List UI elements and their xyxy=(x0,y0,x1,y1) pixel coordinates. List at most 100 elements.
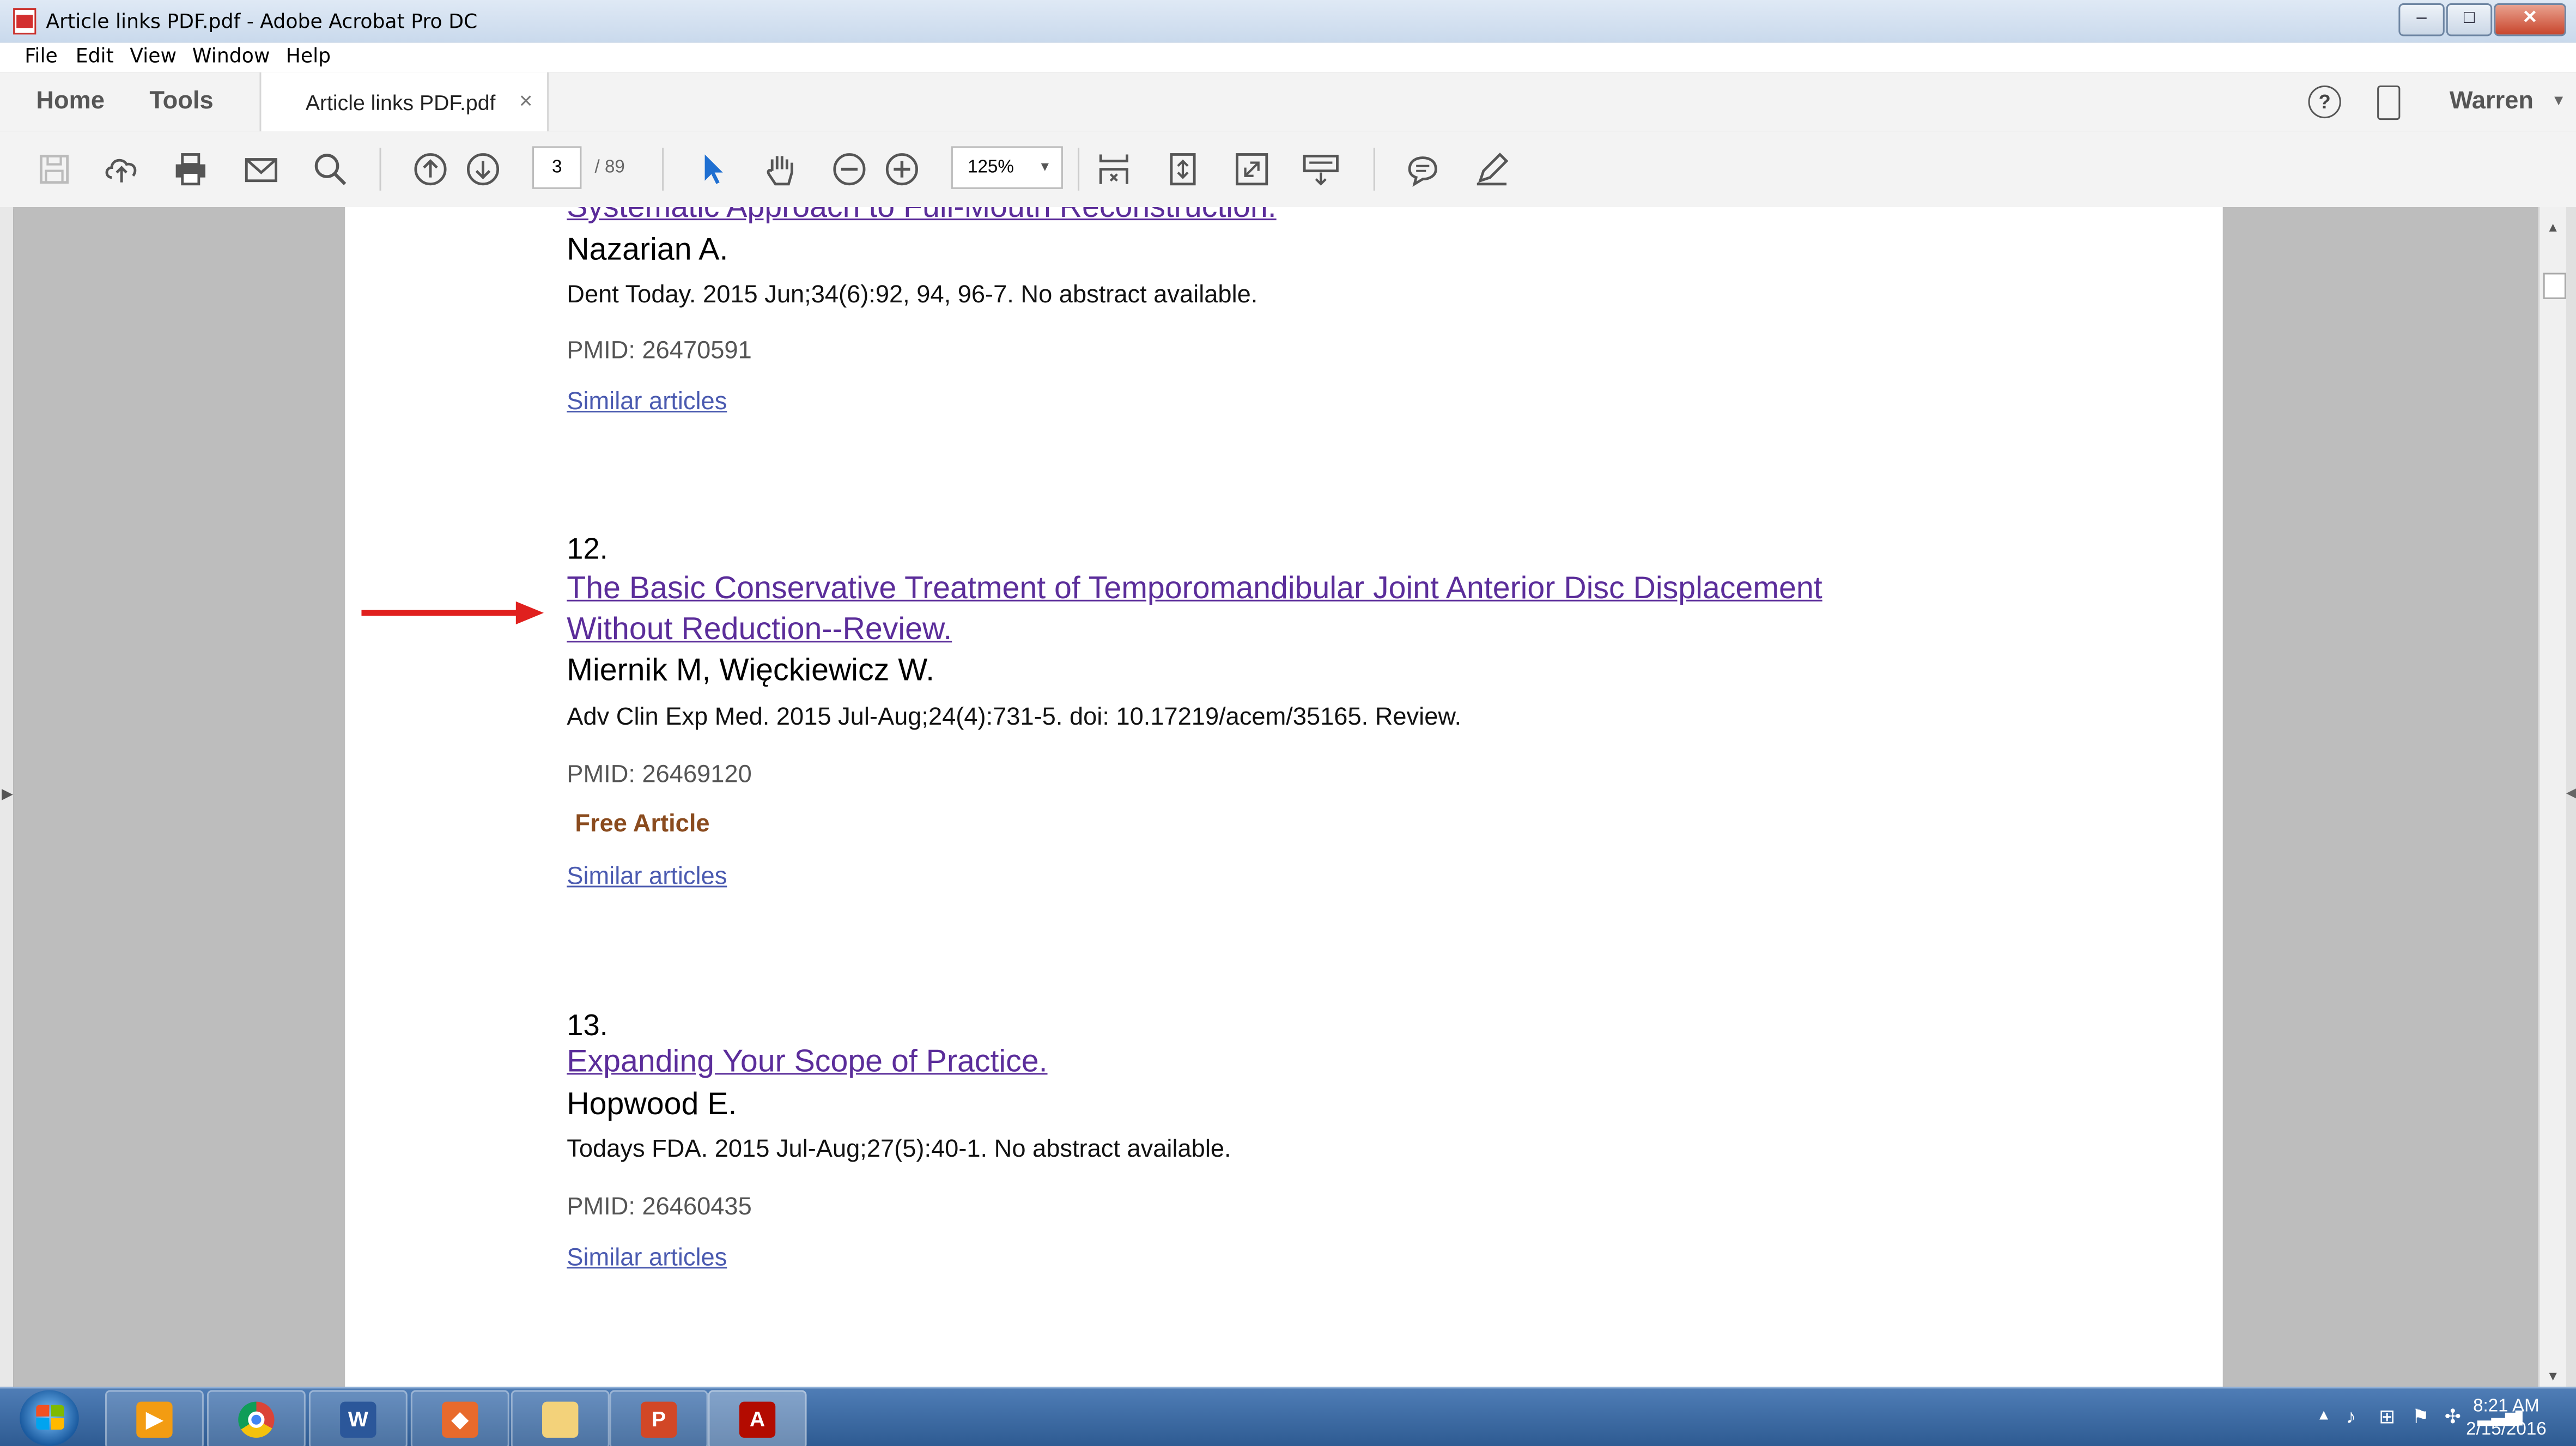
article-title-link[interactable]: The Basic Conservative Treatment of Temp… xyxy=(567,572,1822,608)
article-pmid: PMID: 26460435 xyxy=(567,1193,752,1221)
article-title-link[interactable]: Without Reduction--Review. xyxy=(567,613,952,649)
volume-icon[interactable]: ♪ xyxy=(2346,1405,2356,1428)
email-icon[interactable] xyxy=(241,149,281,189)
tab-tools[interactable]: Tools xyxy=(149,87,213,115)
hand-tool-icon[interactable] xyxy=(761,149,800,189)
toolbar-divider xyxy=(662,148,664,191)
toolbar-divider xyxy=(379,148,381,191)
chrome-icon xyxy=(238,1401,275,1438)
taskbar-powerpoint[interactable]: P xyxy=(609,1390,708,1446)
show-hidden-icons-icon[interactable]: ▲ xyxy=(2317,1407,2331,1423)
folder-icon xyxy=(542,1401,579,1438)
acrobat-icon: A xyxy=(739,1401,776,1438)
free-article-label[interactable]: Free Article xyxy=(575,810,709,838)
windows-flag-icon[interactable]: ⊞ xyxy=(2379,1405,2395,1428)
tab-document-label: Article links PDF.pdf xyxy=(305,90,496,116)
left-panel-toggle[interactable]: ▶ xyxy=(0,207,14,1387)
scroll-down-icon[interactable]: ▼ xyxy=(2547,1369,2560,1383)
tab-home[interactable]: Home xyxy=(36,87,105,115)
vertical-scrollbar[interactable]: ▲ ▼ xyxy=(2538,207,2568,1387)
main-toolbar: 3 / 89 125% ▼ xyxy=(0,131,2576,209)
taskbar-ppt-viewer[interactable]: ◆ xyxy=(410,1390,509,1446)
title-bar: Article links PDF.pdf - Adobe Acrobat Pr… xyxy=(0,0,2576,45)
action-center-flag-icon[interactable]: ⚑ xyxy=(2411,1405,2429,1428)
menu-file[interactable]: File xyxy=(25,44,58,67)
minimize-button[interactable]: – xyxy=(2398,3,2445,37)
article-citation: Todays FDA. 2015 Jul-Aug;27(5):40-1. No … xyxy=(567,1135,1231,1164)
clock-date: 2/15/2016 xyxy=(2466,1419,2547,1439)
presentation-viewer-icon: ◆ xyxy=(442,1401,478,1438)
toolbar-divider xyxy=(1373,148,1375,191)
article-pmid: PMID: 26469120 xyxy=(567,761,752,789)
keyboard-tools-icon[interactable] xyxy=(1301,149,1340,189)
document-viewport[interactable]: Systematic Approach to Full-Mouth Recons… xyxy=(13,207,2538,1387)
zoom-level-select[interactable]: 125% ▼ xyxy=(951,146,1063,189)
search-icon[interactable] xyxy=(311,149,350,189)
highlight-pen-icon[interactable] xyxy=(1472,149,1511,189)
print-icon[interactable] xyxy=(171,149,210,189)
taskbar-word[interactable]: W xyxy=(308,1390,408,1446)
taskbar-acrobat[interactable]: A xyxy=(708,1390,807,1446)
acrobat-window: Article links PDF.pdf - Adobe Acrobat Pr… xyxy=(0,0,2576,1446)
close-button[interactable]: ✕ xyxy=(2494,3,2566,37)
toolbar-divider xyxy=(1078,148,1080,191)
zoom-in-icon[interactable] xyxy=(882,149,921,189)
taskbar-media-player[interactable]: ▶ xyxy=(105,1390,204,1446)
taskbar-file-explorer[interactable] xyxy=(511,1390,610,1446)
article-authors: Hopwood E. xyxy=(567,1087,737,1122)
cloud-upload-icon[interactable] xyxy=(102,149,141,189)
window-title: Article links PDF.pdf - Adobe Acrobat Pr… xyxy=(46,10,478,33)
word-icon: W xyxy=(340,1401,376,1438)
taskbar-chrome[interactable] xyxy=(206,1390,306,1446)
article-number: 13. xyxy=(567,1008,608,1042)
article-pmid: PMID: 26470591 xyxy=(567,337,752,365)
similar-articles-link[interactable]: Similar articles xyxy=(567,862,727,890)
start-button[interactable] xyxy=(20,1390,79,1446)
scroll-up-icon[interactable]: ▲ xyxy=(2547,220,2560,235)
right-panel-toggle[interactable]: ◀ xyxy=(2566,207,2576,1387)
pdf-page: Systematic Approach to Full-Mouth Recons… xyxy=(345,207,2223,1387)
article-title-link[interactable]: Expanding Your Scope of Practice. xyxy=(567,1045,1047,1081)
comment-icon[interactable] xyxy=(1403,149,1442,189)
article-title-link[interactable]: Systematic Approach to Full-Mouth Recons… xyxy=(567,207,1276,227)
article-citation: Adv Clin Exp Med. 2015 Jul-Aug;24(4):731… xyxy=(567,703,1462,732)
page-total: / 89 xyxy=(594,157,625,178)
scrolling-mode-icon[interactable] xyxy=(1094,149,1133,189)
similar-articles-link[interactable]: Similar articles xyxy=(567,388,727,416)
similar-articles-link[interactable]: Similar articles xyxy=(567,1244,727,1272)
mobile-link-icon[interactable] xyxy=(2377,85,2401,120)
expand-left-panel-icon[interactable]: ▶ xyxy=(2,786,13,804)
previous-page-icon[interactable] xyxy=(411,149,450,189)
acrobat-app-icon xyxy=(13,8,37,35)
article-authors: Nazarian A. xyxy=(567,233,728,268)
windows-taskbar: ▶ W ◆ P A ▲ ♪ ⊞ ⚑ ✣ ▂▃▅ ▮ 8:21 AM 2/15/2… xyxy=(0,1387,2576,1446)
next-page-icon[interactable] xyxy=(463,149,502,189)
fit-page-icon[interactable] xyxy=(1163,149,1202,189)
menu-edit[interactable]: Edit xyxy=(76,44,114,67)
article-number: 12. xyxy=(567,532,608,566)
article-authors: Miernik M, Więckiewicz W. xyxy=(567,654,935,689)
menu-window[interactable]: Window xyxy=(192,44,270,67)
article-citation: Dent Today. 2015 Jun;34(6):92, 94, 96-7.… xyxy=(567,281,1258,309)
tab-close-icon[interactable]: × xyxy=(519,87,533,113)
red-arrow-annotation xyxy=(361,601,544,625)
clock-time: 8:21 AM xyxy=(2473,1396,2539,1417)
maximize-button[interactable]: □ xyxy=(2446,3,2493,37)
menu-bar: File Edit View Window Help xyxy=(0,42,2576,72)
tab-bar: Home Tools Article links PDF.pdf × ? War… xyxy=(0,72,2576,133)
chevron-down-icon[interactable]: ▼ xyxy=(2551,92,2566,108)
scroll-thumb[interactable] xyxy=(2543,272,2566,299)
save-icon[interactable] xyxy=(34,149,74,189)
expand-right-panel-icon[interactable]: ◀ xyxy=(2566,786,2576,800)
dropbox-icon[interactable]: ✣ xyxy=(2445,1405,2461,1428)
taskbar-clock[interactable]: 8:21 AM 2/15/2016 xyxy=(2466,1395,2547,1441)
select-cursor-icon[interactable] xyxy=(693,149,732,189)
user-account-menu[interactable]: Warren xyxy=(2450,87,2534,115)
menu-help[interactable]: Help xyxy=(286,44,331,67)
tab-document[interactable]: Article links PDF.pdf × xyxy=(259,72,549,132)
page-number-input[interactable]: 3 xyxy=(532,146,582,189)
zoom-out-icon[interactable] xyxy=(830,149,869,189)
menu-view[interactable]: View xyxy=(130,44,177,67)
full-screen-icon[interactable] xyxy=(1232,149,1271,189)
help-icon[interactable]: ? xyxy=(2308,85,2341,119)
